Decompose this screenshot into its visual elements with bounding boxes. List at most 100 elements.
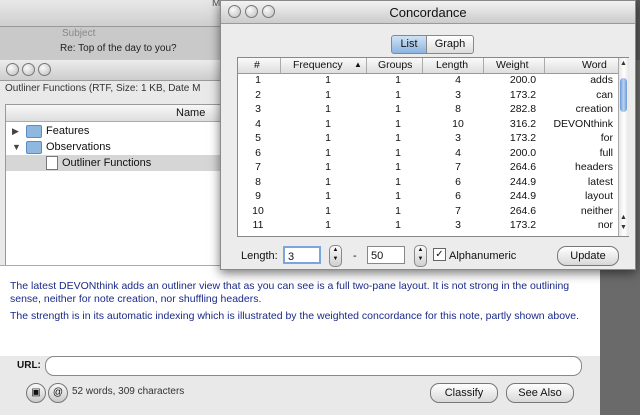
col-header-groups[interactable]: Groups bbox=[378, 59, 412, 71]
length-max-field[interactable]: 50 bbox=[367, 246, 405, 264]
row-length: 6 bbox=[455, 190, 461, 202]
outline-view[interactable]: Name ▶ Features ▼ Observations Outliner … bbox=[5, 104, 252, 266]
row-groups: 1 bbox=[395, 88, 401, 101]
disclosure-triangle-down-icon[interactable]: ▼ bbox=[12, 142, 21, 152]
length-min-stepper[interactable]: ▲ ▼ bbox=[329, 245, 342, 267]
note-paragraph: The strength is in its automatic indexin… bbox=[10, 310, 580, 322]
bottom-bar: ▣ @ 52 words, 309 characters Classify Se… bbox=[0, 378, 600, 408]
col-header-length[interactable]: Length bbox=[436, 59, 468, 71]
table-row[interactable]: 8 1 1 6 244.9 latest bbox=[238, 176, 618, 188]
row-number: 9 bbox=[255, 190, 261, 202]
concordance-table[interactable]: # Frequency ▲ Groups Length Weight Word … bbox=[237, 57, 629, 237]
disclosure-triangle-right-icon[interactable]: ▶ bbox=[12, 126, 19, 137]
zoom-button[interactable] bbox=[38, 63, 51, 76]
url-row: URL: bbox=[5, 355, 585, 377]
row-groups: 1 bbox=[395, 117, 401, 130]
row-number: 11 bbox=[252, 219, 264, 231]
row-word: creation bbox=[575, 103, 613, 115]
table-scrollbar[interactable]: ▲ ▲ ▼ bbox=[618, 58, 629, 236]
row-frequency: 1 bbox=[325, 88, 331, 101]
url-field[interactable] bbox=[45, 356, 582, 376]
row-number: 1 bbox=[255, 74, 261, 86]
see-also-button[interactable]: See Also bbox=[506, 383, 574, 403]
update-button[interactable]: Update bbox=[557, 246, 619, 266]
row-groups: 1 bbox=[395, 219, 401, 231]
outline-item-label: Outliner Functions bbox=[62, 157, 152, 169]
row-word: neither bbox=[580, 204, 613, 217]
col-header-frequency[interactable]: Frequency bbox=[293, 59, 343, 71]
document-icon bbox=[46, 156, 58, 170]
table-row[interactable]: 6 1 1 4 200.0 full bbox=[238, 147, 618, 159]
row-length: 3 bbox=[455, 88, 461, 101]
outline-item-features[interactable]: ▶ Features bbox=[6, 123, 251, 139]
row-groups: 1 bbox=[395, 132, 401, 144]
row-word: full bbox=[599, 146, 613, 159]
row-frequency: 1 bbox=[325, 132, 331, 144]
length-max-stepper[interactable]: ▲ ▼ bbox=[414, 245, 427, 267]
close-button[interactable] bbox=[6, 63, 19, 76]
row-word: adds bbox=[590, 74, 613, 86]
alphanumeric-checkbox[interactable]: ✓ bbox=[433, 248, 446, 261]
table-row[interactable]: 3 1 1 8 282.8 creation bbox=[238, 103, 618, 115]
row-number: 6 bbox=[255, 146, 261, 159]
lock-icon[interactable]: ▣ bbox=[26, 383, 46, 403]
at-icon[interactable]: @ bbox=[48, 383, 68, 403]
col-header-weight[interactable]: Weight bbox=[496, 59, 529, 71]
row-word: DEVONthink bbox=[553, 117, 613, 130]
scroll-up-icon[interactable]: ▲ bbox=[620, 60, 627, 67]
outline-item-label: Features bbox=[46, 125, 90, 137]
table-row[interactable]: 7 1 1 7 264.6 headers bbox=[238, 161, 618, 173]
outline-item-observations[interactable]: ▼ Observations bbox=[6, 139, 251, 155]
outline-item-outliner-functions[interactable]: Outliner Functions bbox=[6, 155, 251, 171]
word-count: 52 words, 309 characters bbox=[72, 386, 185, 397]
row-frequency: 1 bbox=[325, 103, 331, 115]
length-label: Length: bbox=[241, 250, 278, 262]
scroll-up-icon[interactable]: ▲ bbox=[620, 214, 627, 221]
tab-list[interactable]: List bbox=[391, 35, 427, 54]
row-frequency: 1 bbox=[325, 219, 331, 231]
table-row[interactable]: 4 1 1 10 316.2 DEVONthink bbox=[238, 118, 618, 130]
subject-column-header[interactable]: Subject bbox=[62, 28, 95, 39]
table-row[interactable]: 10 1 1 7 264.6 neither bbox=[238, 205, 618, 217]
col-header-word[interactable]: Word bbox=[582, 59, 607, 71]
scroll-thumb[interactable] bbox=[620, 78, 627, 112]
row-number: 8 bbox=[255, 175, 261, 188]
row-groups: 1 bbox=[395, 74, 401, 86]
note-paragraph: The latest DEVONthink adds an outliner v… bbox=[10, 280, 570, 305]
name-column-header[interactable]: Name bbox=[6, 105, 251, 122]
table-row[interactable]: 9 1 1 6 244.9 layout bbox=[238, 190, 618, 202]
row-groups: 1 bbox=[395, 146, 401, 159]
note-text-view[interactable]: The latest DEVONthink adds an outliner v… bbox=[0, 265, 600, 356]
col-header-number[interactable]: # bbox=[254, 59, 260, 71]
row-number: 5 bbox=[255, 132, 261, 144]
name-column-label: Name bbox=[176, 107, 206, 119]
folder-icon bbox=[26, 125, 42, 138]
row-groups: 1 bbox=[395, 161, 401, 173]
row-length: 7 bbox=[455, 161, 461, 173]
row-frequency: 1 bbox=[325, 117, 331, 130]
table-row[interactable]: 5 1 1 3 173.2 for bbox=[238, 132, 618, 144]
row-frequency: 1 bbox=[325, 190, 331, 202]
row-word: can bbox=[596, 88, 613, 101]
concordance-window: Concordance List Graph # Frequency ▲ Gro… bbox=[220, 0, 636, 270]
outline-item-label: Observations bbox=[46, 141, 111, 153]
table-header: # Frequency ▲ Groups Length Weight Word bbox=[238, 58, 618, 74]
row-length: 4 bbox=[455, 74, 461, 86]
mail-subject[interactable]: Re: Top of the day to you? bbox=[60, 43, 177, 54]
row-word: for bbox=[600, 132, 613, 144]
length-filter-row: Length: 3 ▲ ▼ - 50 ▲ ▼ ✓ Alphanumeric Upda… bbox=[231, 245, 631, 267]
table-row[interactable]: 1 1 1 4 200.0 adds bbox=[238, 74, 618, 86]
row-length: 7 bbox=[455, 204, 461, 217]
table-row[interactable]: 2 1 1 3 173.2 can bbox=[238, 89, 618, 101]
row-frequency: 1 bbox=[325, 146, 331, 159]
table-row[interactable]: 11 1 1 3 173.2 nor bbox=[238, 219, 618, 231]
row-word: headers bbox=[575, 161, 613, 173]
length-min-field[interactable]: 3 bbox=[283, 246, 321, 264]
document-info: Outliner Functions (RTF, Size: 1 KB, Dat… bbox=[5, 83, 201, 94]
row-number: 10 bbox=[252, 204, 264, 217]
tab-graph[interactable]: Graph bbox=[426, 35, 474, 54]
minimize-button[interactable] bbox=[22, 63, 35, 76]
row-length: 3 bbox=[455, 132, 461, 144]
scroll-down-icon[interactable]: ▼ bbox=[620, 224, 627, 231]
classify-button[interactable]: Classify bbox=[430, 383, 498, 403]
